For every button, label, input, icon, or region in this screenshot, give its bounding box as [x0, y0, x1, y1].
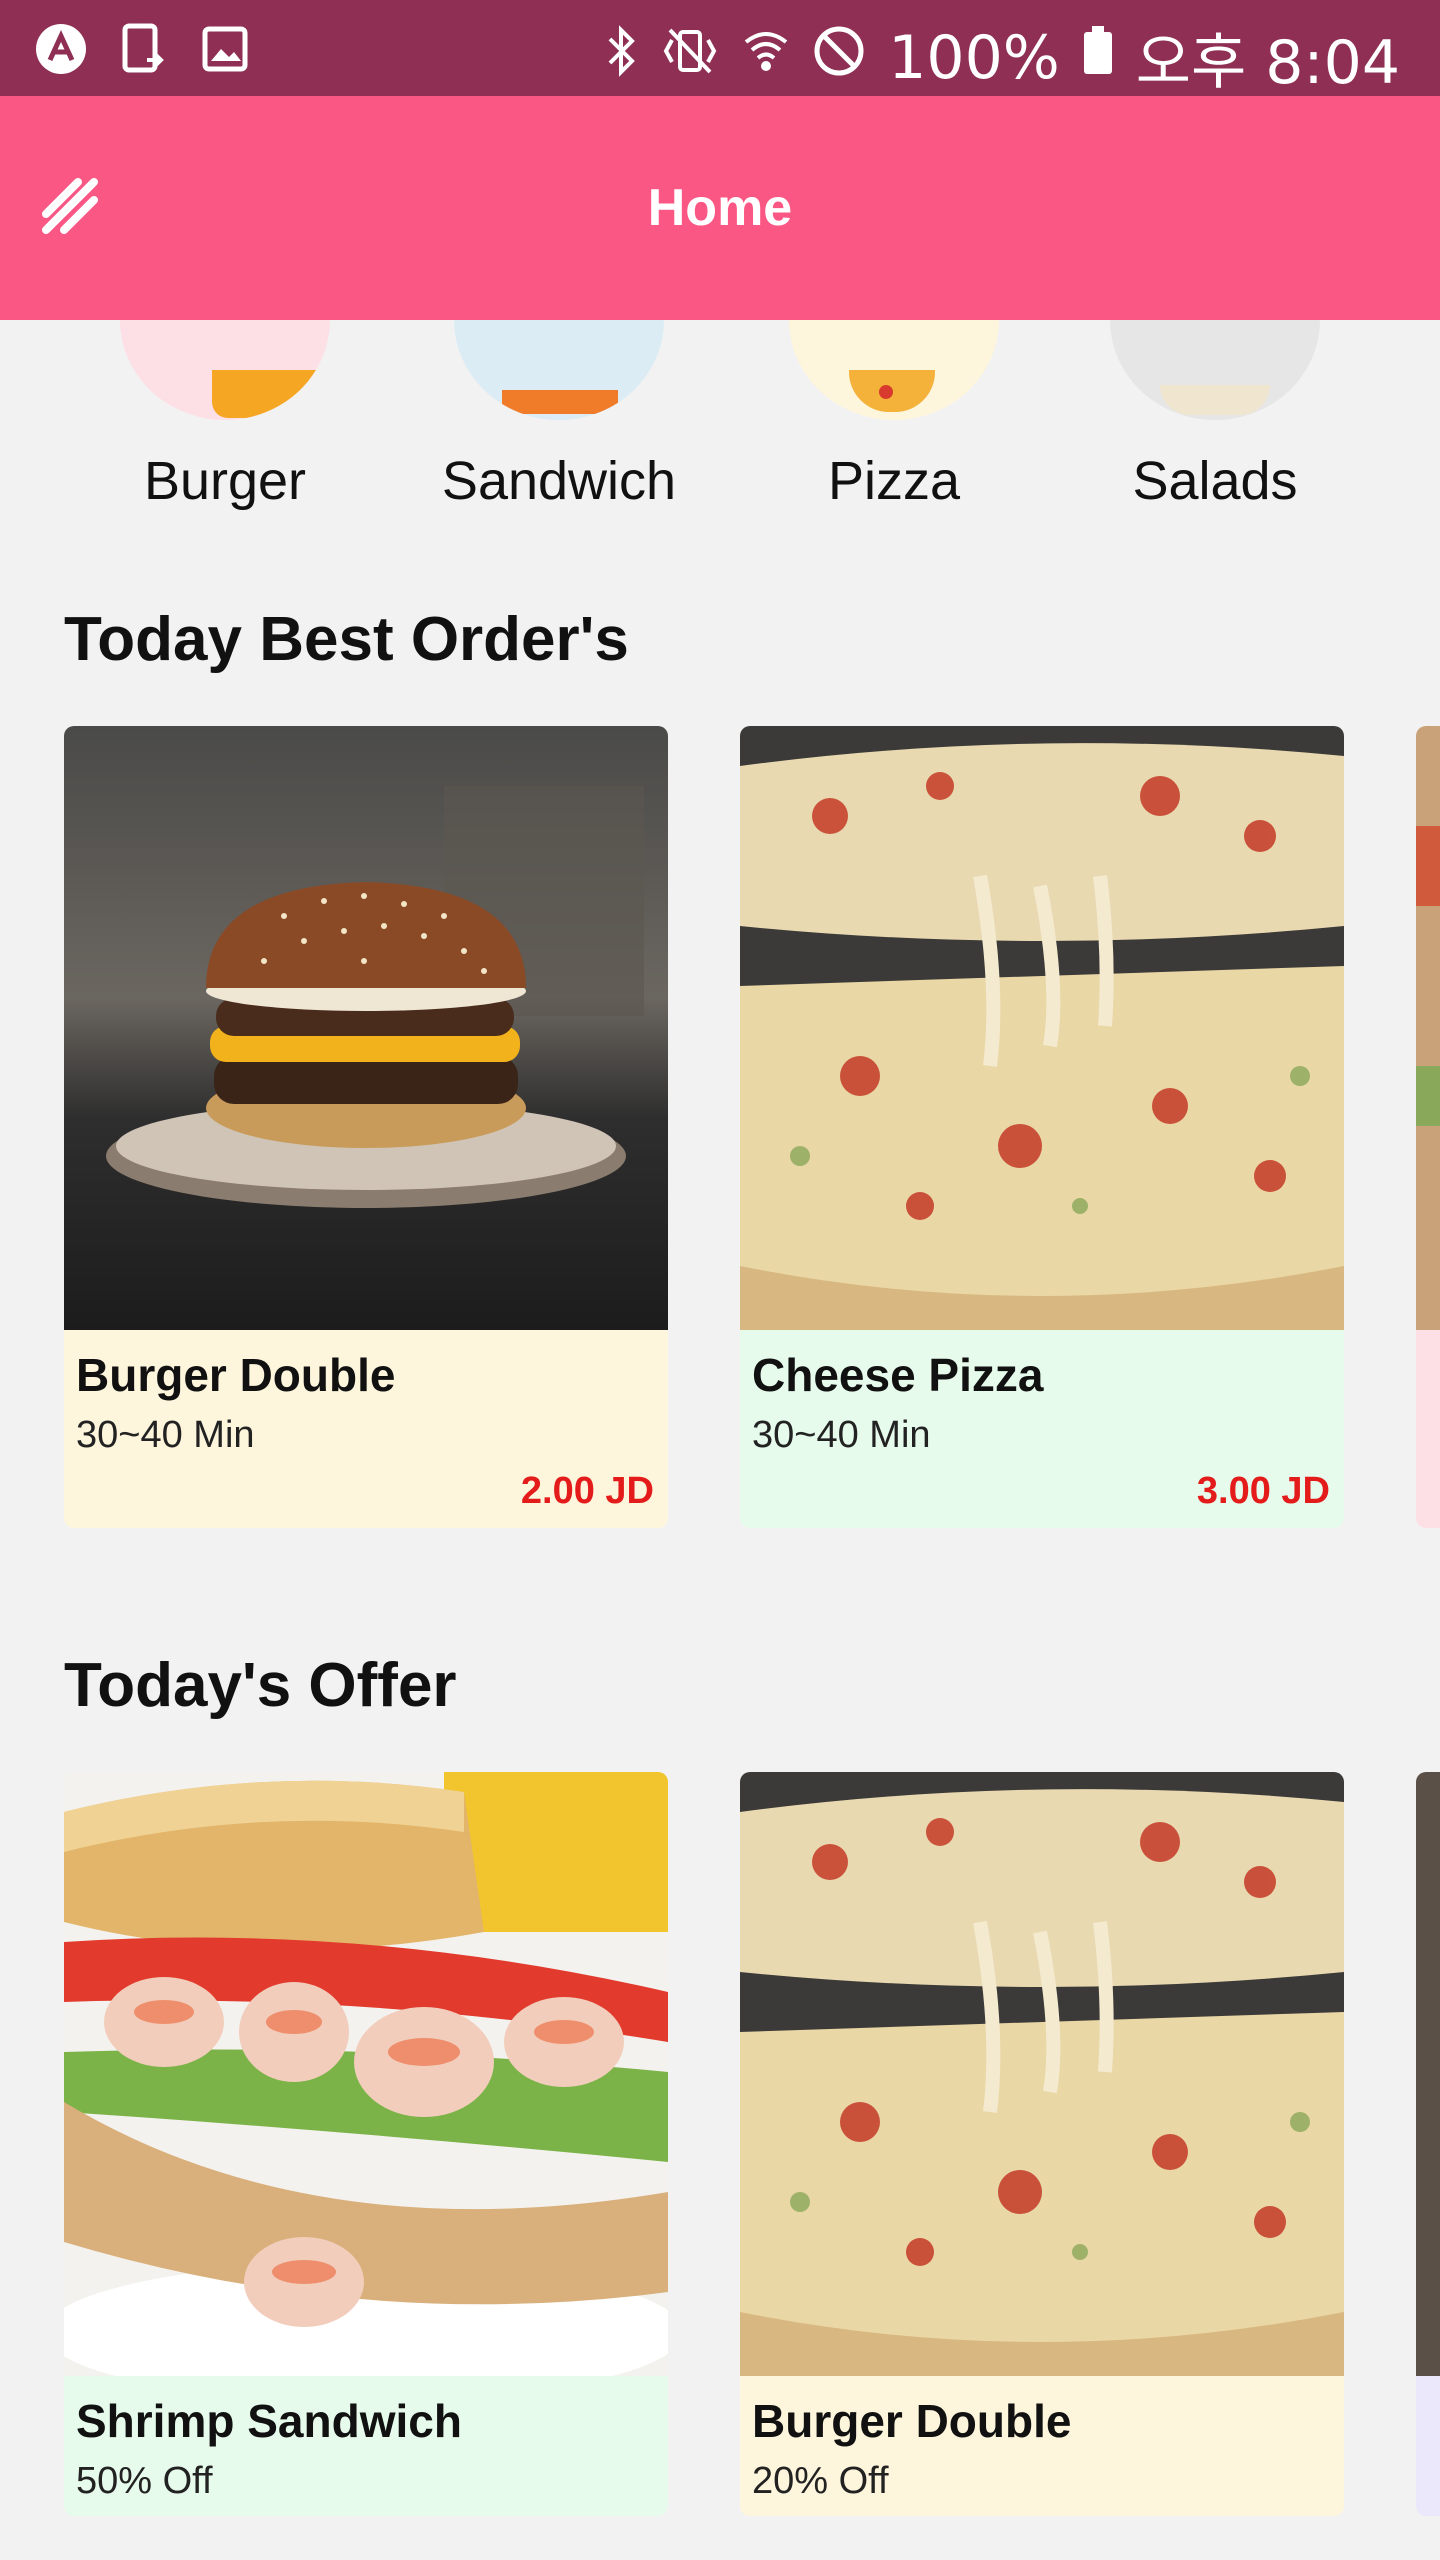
category-label: Salads: [1132, 451, 1298, 511]
status-bar: 100% 오후 8:04: [0, 0, 1440, 98]
image-icon: [198, 22, 252, 76]
section-title-best-orders: Today Best Order's: [64, 605, 629, 674]
item-name: Shrimp Sandwich: [76, 2395, 462, 2447]
clock: 오후 8:04: [1135, 28, 1400, 98]
item-time: 30~40 Min: [76, 1414, 255, 1456]
category-salads[interactable]: Salads: [1085, 320, 1345, 540]
section-title-offers: Today's Offer: [64, 1651, 457, 1720]
battery-icon: [1082, 23, 1114, 93]
category-list: Burger Sandwich Pizza Salads: [0, 320, 1440, 540]
offer-card[interactable]: [1416, 1772, 1440, 2516]
category-label: Pizza: [827, 451, 961, 511]
wifi-icon: [742, 23, 790, 93]
battery-percent: 100%: [888, 22, 1060, 93]
food-image: [1416, 726, 1440, 1330]
item-price: 2.00 JD: [520, 1470, 654, 1512]
category-sandwich-image: [454, 320, 664, 420]
phone-transfer-icon: [116, 22, 170, 76]
category-burger[interactable]: Burger: [95, 320, 355, 540]
category-sandwich[interactable]: Sandwich: [429, 320, 689, 540]
offer-card[interactable]: Burger Double 20% Off: [740, 1772, 1344, 2516]
item-name: Burger Double: [752, 2395, 1072, 2447]
best-order-card[interactable]: Burger Double 30~40 Min 2.00 JD: [64, 726, 668, 1528]
offers-list: Shrimp Sandwich 50% Off Burger Double 20…: [0, 1772, 1440, 2516]
pizza-image: [740, 1772, 1344, 2376]
shrimp-sandwich-image: [64, 1772, 668, 2376]
category-label: Sandwich: [441, 451, 677, 511]
food-image: [1416, 1772, 1440, 2376]
app-icon: [34, 22, 88, 76]
card-info: Burger Double 30~40 Min 2.00 JD: [64, 1330, 668, 1528]
item-price: 3.00 JD: [1196, 1470, 1330, 1512]
card-info: [1416, 2376, 1440, 2516]
category-salads-image: [1110, 320, 1320, 420]
item-discount: 50% Off: [76, 2460, 213, 2502]
card-info: Shrimp Sandwich 50% Off: [64, 2376, 668, 2516]
page-title: Home: [647, 179, 793, 237]
category-pizza-image: [789, 320, 999, 420]
item-name: Burger Double: [76, 1349, 396, 1401]
card-info: Burger Double 20% Off: [740, 2376, 1344, 2516]
burger-image: [64, 726, 668, 1330]
pizza-image: [740, 726, 1344, 1330]
category-pizza[interactable]: Pizza: [764, 320, 1024, 540]
do-not-disturb-icon: [812, 23, 866, 93]
vibrate-icon: [660, 23, 720, 93]
category-label: Burger: [143, 451, 307, 511]
item-time: 30~40 Min: [752, 1414, 931, 1456]
best-order-card[interactable]: [1416, 726, 1440, 1528]
app-bar: Home: [0, 96, 1440, 320]
best-orders-list: Burger Double 30~40 Min 2.00 JD Cheese P…: [0, 726, 1440, 1528]
offer-card[interactable]: Shrimp Sandwich 50% Off: [64, 1772, 668, 2516]
best-order-card[interactable]: Cheese Pizza 30~40 Min 3.00 JD: [740, 726, 1344, 1528]
item-discount: 20% Off: [752, 2460, 889, 2502]
item-name: Cheese Pizza: [752, 1349, 1044, 1401]
category-burger-image: [120, 320, 330, 420]
card-info: Cheese Pizza 30~40 Min 3.00 JD: [740, 1330, 1344, 1528]
bluetooth-icon: [604, 23, 638, 93]
card-info: [1416, 1330, 1440, 1528]
